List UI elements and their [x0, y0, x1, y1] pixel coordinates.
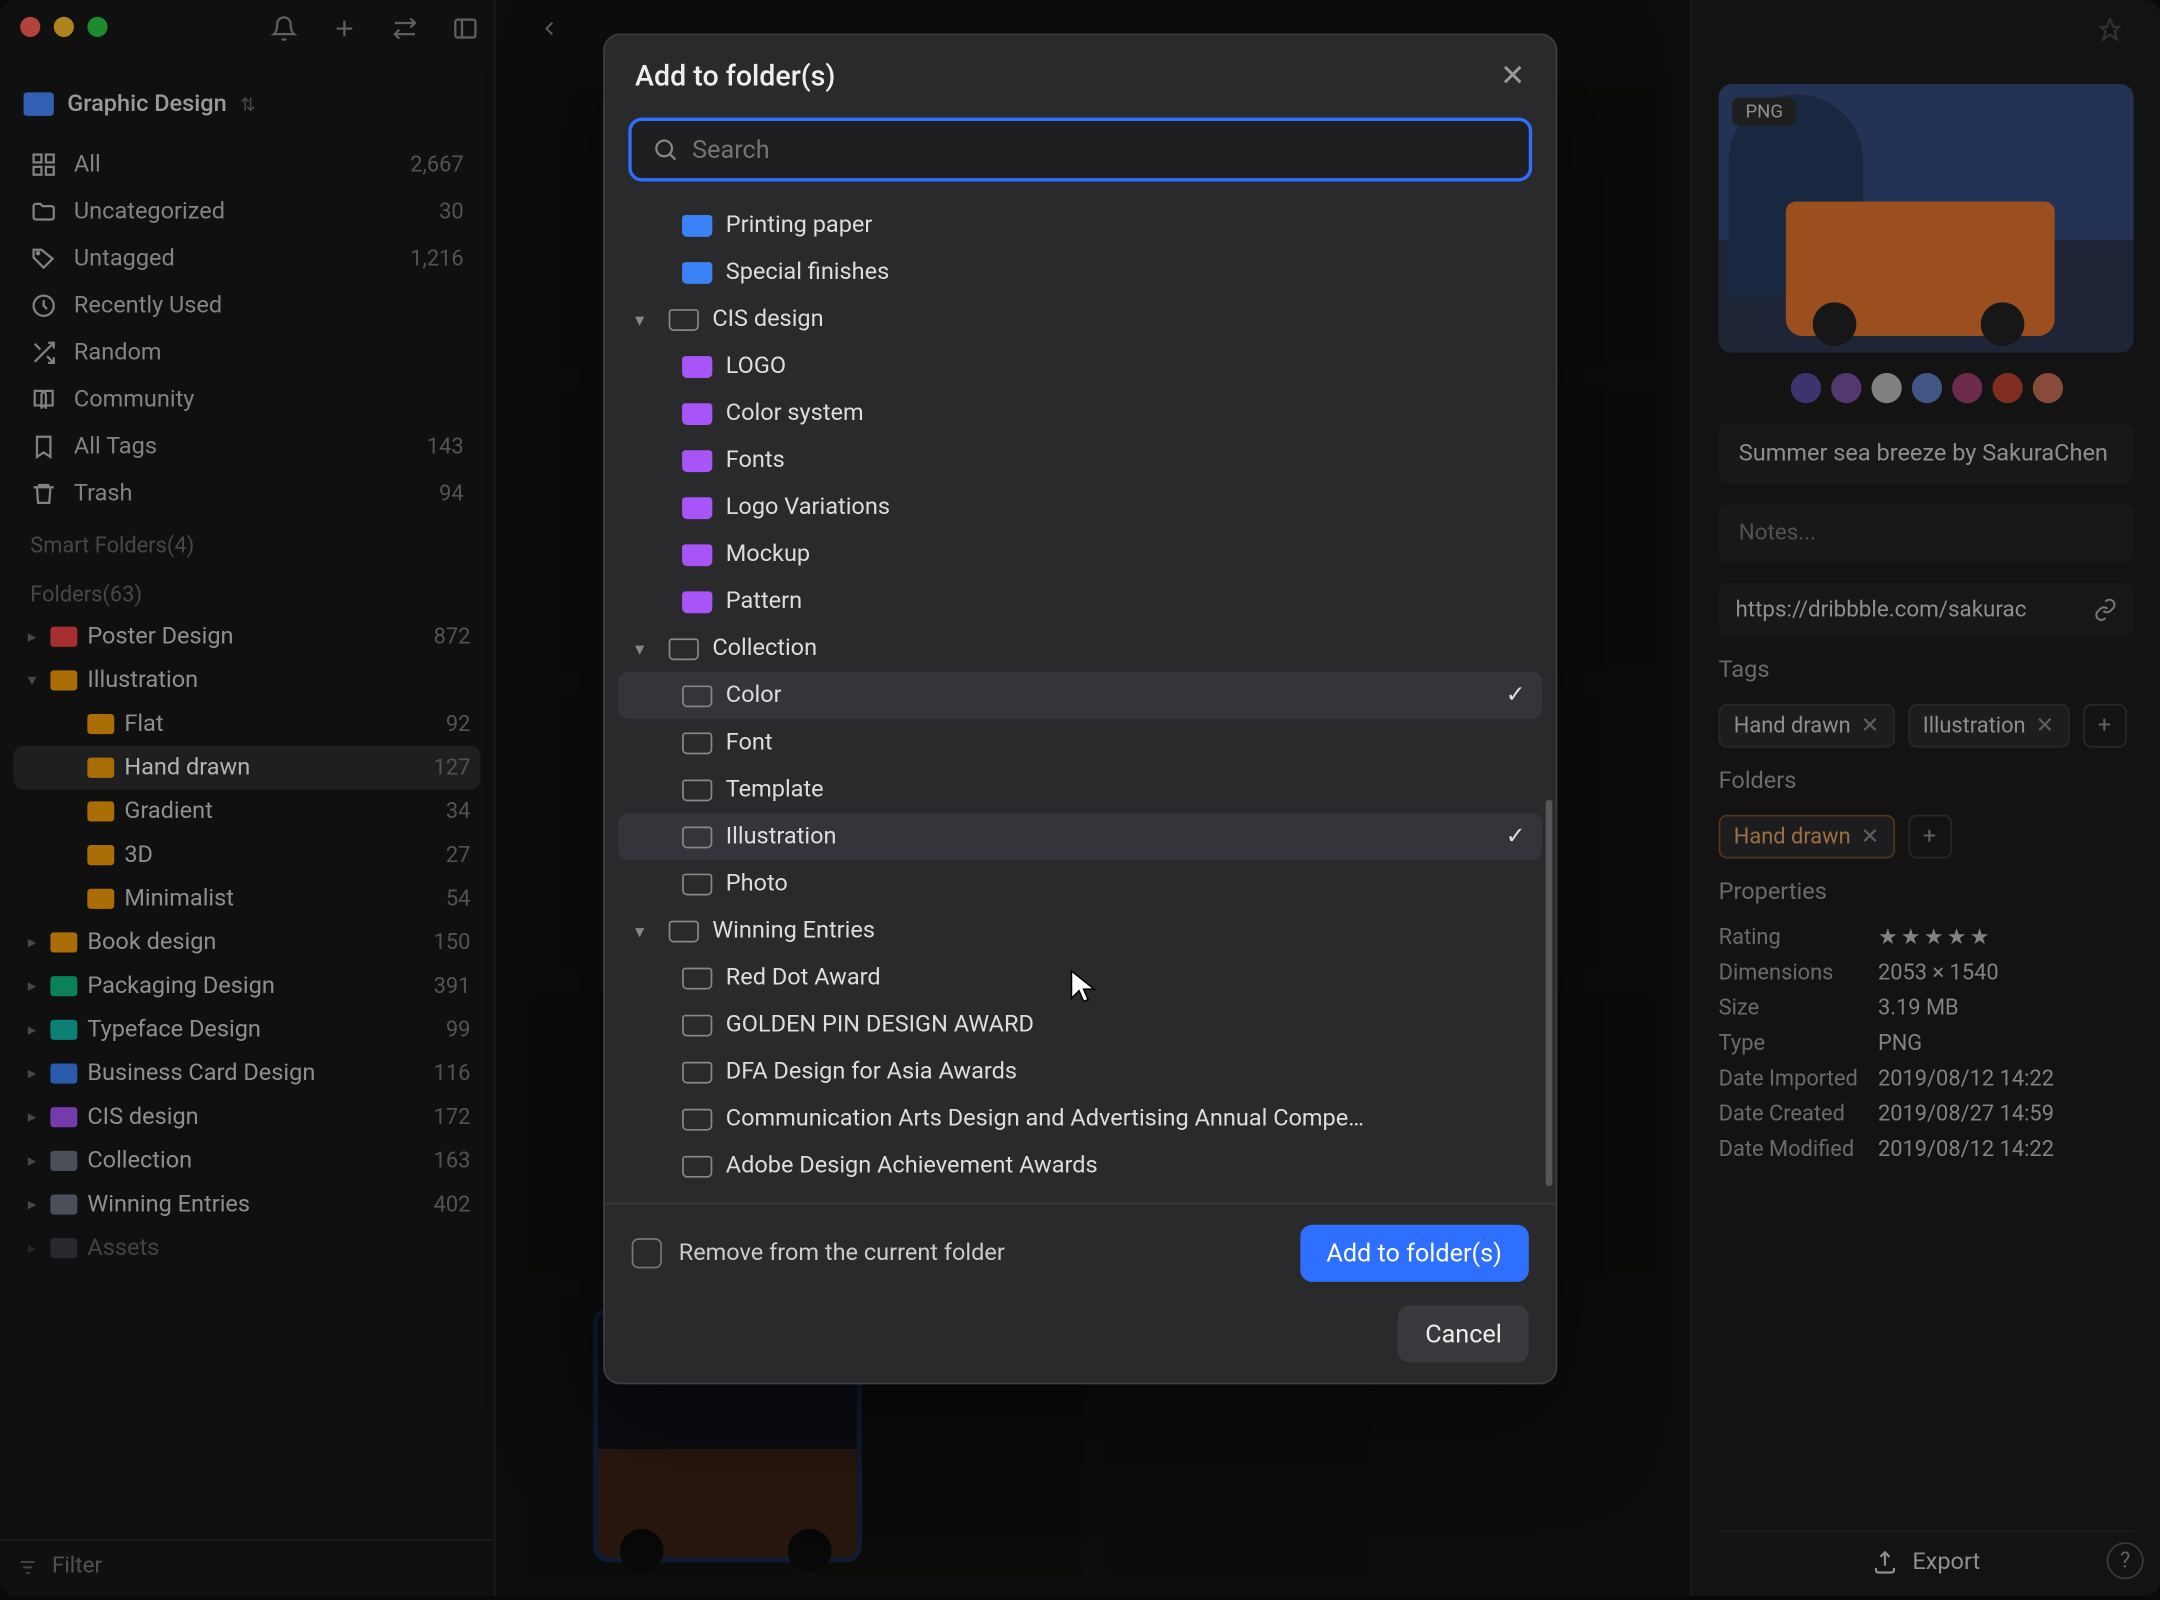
tree-row-dfa-design-for-asia-awards[interactable]: DFA Design for Asia Awards [618, 1048, 1542, 1095]
search-field[interactable] [628, 118, 1532, 182]
remove-checkbox[interactable] [632, 1238, 662, 1268]
close-icon[interactable]: ✕ [1500, 59, 1525, 94]
tree-row-red-dot-award[interactable]: Red Dot Award [618, 954, 1542, 1001]
scrollbar-thumb[interactable] [1546, 800, 1553, 1186]
cancel-button[interactable]: Cancel [1398, 1305, 1528, 1362]
remove-label: Remove from the current folder [679, 1240, 1005, 1267]
tree-row-collection[interactable]: ▾Collection [618, 625, 1542, 672]
tree-row-template[interactable]: Template [618, 766, 1542, 813]
tree-row-color-system[interactable]: Color system [618, 390, 1542, 437]
tree-row-adobe-design-achievement-award[interactable]: Adobe Design Achievement Awards [618, 1142, 1542, 1189]
app-window: Graphic Design ⇅ All2,667Uncategorized30… [0, 0, 2160, 1596]
tree-row-communication-arts-design-and-[interactable]: Communication Arts Design and Advertisin… [618, 1095, 1542, 1142]
tree-row-photo[interactable]: Photo [618, 860, 1542, 907]
tree-row-mockup[interactable]: Mockup [618, 531, 1542, 578]
tree-row-special-finishes[interactable]: Special finishes [618, 249, 1542, 296]
tree-row-cis-design[interactable]: ▾CIS design [618, 296, 1542, 343]
modal-title: Add to folder(s) [635, 60, 835, 94]
tree-row-printing-paper[interactable]: Printing paper [618, 202, 1542, 249]
tree-row-winning-entries[interactable]: ▾Winning Entries [618, 907, 1542, 954]
tree-row-logo-variations[interactable]: Logo Variations [618, 484, 1542, 531]
modal-footer: Remove from the current folder Add to fo… [605, 1203, 1556, 1383]
tree-row-logo[interactable]: LOGO [618, 343, 1542, 390]
tree-row-pattern[interactable]: Pattern [618, 578, 1542, 625]
folder-tree[interactable]: Printing paperSpecial finishes▾CIS desig… [605, 195, 1556, 1203]
tree-row-font[interactable]: Font [618, 719, 1542, 766]
modal-overlay: Add to folder(s) ✕ Printing paperSpecial… [0, 0, 2160, 1596]
add-to-folder-button[interactable]: Add to folder(s) [1300, 1225, 1529, 1282]
tree-row-fonts[interactable]: Fonts [618, 437, 1542, 484]
tree-row-color[interactable]: Color✓ [618, 672, 1542, 719]
search-icon [652, 136, 679, 163]
search-input[interactable] [692, 134, 1508, 164]
add-to-folder-modal: Add to folder(s) ✕ Printing paperSpecial… [603, 34, 1557, 1385]
tree-row-golden-pin-design-award[interactable]: GOLDEN PIN DESIGN AWARD [618, 1001, 1542, 1048]
tree-row-illustration[interactable]: Illustration✓ [618, 813, 1542, 860]
